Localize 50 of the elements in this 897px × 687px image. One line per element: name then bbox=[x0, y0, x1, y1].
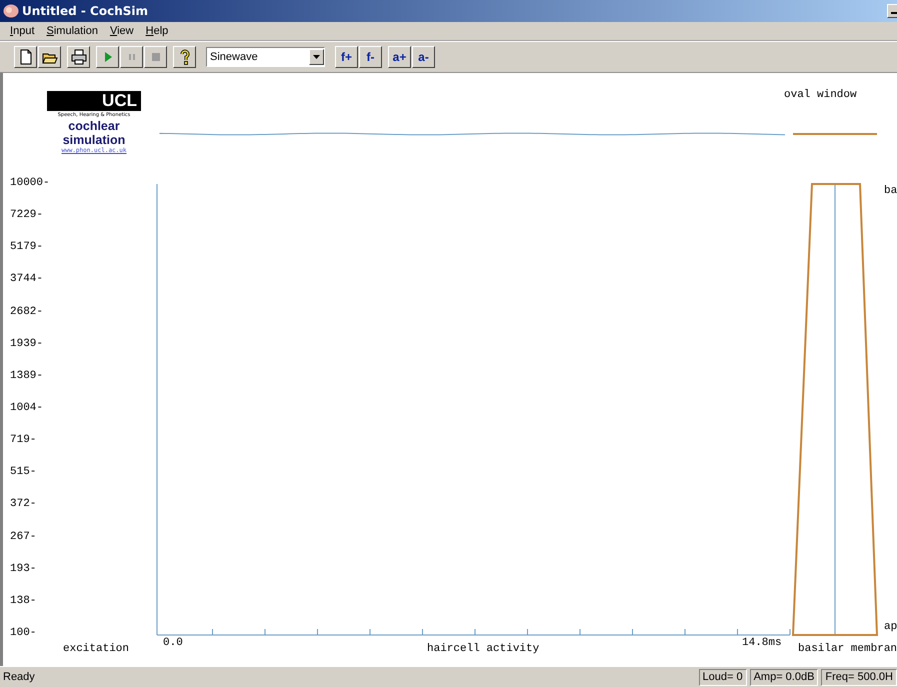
dropdown-arrow-icon bbox=[313, 55, 320, 59]
frequency-label: 5179- bbox=[10, 241, 44, 254]
frequency-label: 7229- bbox=[10, 209, 44, 222]
frequency-label: 1004- bbox=[10, 402, 44, 414]
app-icon bbox=[3, 4, 19, 18]
ucl-logo: UCL bbox=[47, 91, 141, 111]
menu-item[interactable]: Help bbox=[140, 25, 174, 37]
apex-label: ap bbox=[884, 621, 897, 633]
status-pane: Loud= 0 bbox=[698, 668, 747, 686]
frequency-label: 193- bbox=[10, 562, 36, 575]
new-file-icon bbox=[18, 49, 34, 65]
frequency-label: 100- bbox=[10, 626, 36, 639]
new-button[interactable] bbox=[14, 46, 37, 68]
app-title: cochlear bbox=[68, 119, 120, 133]
frequency-label: 10000- bbox=[10, 177, 50, 189]
frequency-label: 1389- bbox=[10, 370, 44, 382]
frequency-label: 515- bbox=[10, 466, 36, 478]
window-title: Untitled - CochSim bbox=[22, 4, 150, 18]
status-pane: Amp= 0.0dB bbox=[750, 668, 818, 686]
time-start-label: 0.0 bbox=[163, 637, 183, 649]
frequency-label: 138- bbox=[10, 594, 36, 607]
menu-item[interactable]: View bbox=[104, 25, 140, 37]
basilar-membrane-label: basilar membran bbox=[798, 643, 897, 655]
base-label: ba bbox=[884, 185, 897, 197]
app-title: simulation bbox=[62, 133, 126, 147]
oval-window-label: oval window bbox=[784, 89, 857, 101]
status-pane: Freq= 500.0H bbox=[821, 668, 897, 686]
printer-icon bbox=[70, 49, 86, 65]
frequency-label: 3744- bbox=[10, 273, 44, 286]
menu-item[interactable]: Input bbox=[4, 25, 40, 37]
frequency-label: 2682- bbox=[10, 306, 44, 318]
help-button[interactable] bbox=[173, 46, 196, 68]
frequency-label: 372- bbox=[10, 498, 36, 510]
open-button[interactable] bbox=[38, 46, 61, 68]
toolbar-button[interactable]: f- bbox=[359, 46, 382, 68]
toolbar-button[interactable]: a- bbox=[412, 46, 435, 68]
frequency-label: 267- bbox=[10, 530, 36, 543]
frequency-label: 719- bbox=[10, 434, 36, 446]
status-text: Ready bbox=[2, 671, 36, 683]
play-button[interactable] bbox=[96, 46, 119, 68]
print-button[interactable] bbox=[67, 46, 90, 68]
time-end-label: 14.8ms bbox=[742, 637, 782, 649]
haircell-activity-label: haircell activity bbox=[427, 643, 540, 655]
frequency-label: 1939- bbox=[10, 338, 44, 350]
toolbar-button[interactable]: a+ bbox=[388, 46, 411, 68]
waveform-dropdown[interactable]: Sinewave bbox=[206, 47, 325, 67]
excitation-label: excitation bbox=[63, 643, 130, 655]
minimize-button[interactable] bbox=[887, 4, 897, 18]
toolbar-button[interactable]: f+ bbox=[335, 46, 358, 68]
menu-item[interactable]: Simulation bbox=[40, 25, 104, 37]
